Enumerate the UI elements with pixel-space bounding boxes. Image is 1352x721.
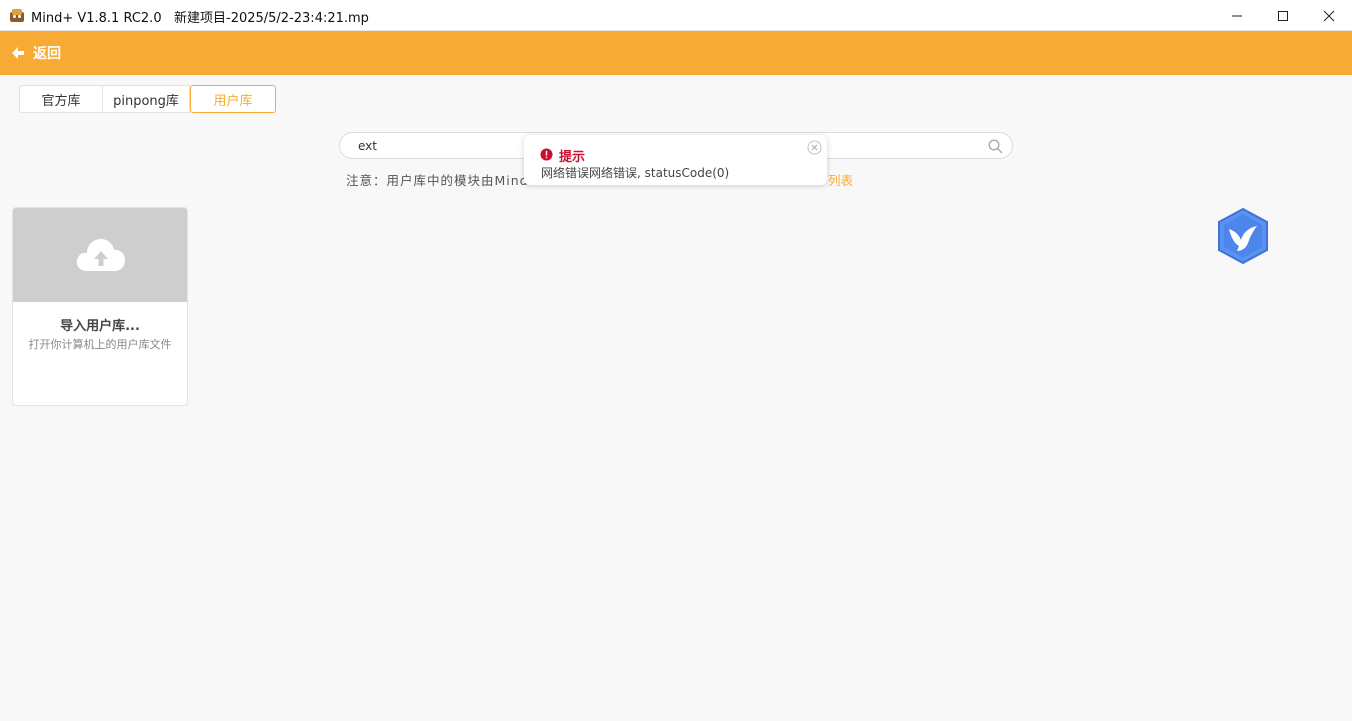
tab-pinpong-library[interactable]: pinpong库 <box>103 85 190 113</box>
card-thumbnail <box>13 208 187 302</box>
close-icon <box>1323 10 1335 21</box>
bird-mascot-icon[interactable] <box>1215 207 1271 265</box>
card-subtitle: 打开你计算机上的用户库文件 <box>28 338 172 351</box>
maximize-icon <box>1278 10 1288 21</box>
user-library-note: 注意：用户库中的模块由Mind <box>346 173 529 188</box>
cloud-upload-icon <box>76 239 125 271</box>
tab-user-library[interactable]: 用户库 <box>190 85 276 113</box>
error-toast: 提示 网络错误网络错误, statusCode(0) <box>524 135 827 185</box>
error-icon <box>540 148 553 161</box>
search-icon[interactable] <box>988 139 1003 154</box>
tab-official-library[interactable]: 官方库 <box>19 85 103 113</box>
import-user-library-card[interactable]: 导入用户库... 打开你计算机上的用户库文件 <box>12 207 188 406</box>
header-bar: 返回 <box>0 31 1352 75</box>
app-logo-icon <box>10 9 24 22</box>
back-button[interactable]: 返回 <box>11 43 61 63</box>
minimize-button[interactable] <box>1214 0 1260 31</box>
toast-title: 提示 <box>559 150 586 165</box>
project-name: 新建项目-2025/5/2-23:4:21.mp <box>174 11 369 26</box>
library-tabs: 官方库 pinpong库 用户库 <box>19 85 276 113</box>
card-title: 导入用户库... <box>60 319 140 334</box>
window-titlebar: Mind+ V1.8.1 RC2.0 新建项目-2025/5/2-23:4:21… <box>0 0 1352 31</box>
window-title: Mind+ V1.8.1 RC2.0 新建项目-2025/5/2-23:4:21… <box>31 7 369 26</box>
toast-close-icon[interactable] <box>807 140 822 155</box>
close-button[interactable] <box>1306 0 1352 31</box>
app-name: Mind+ V1.8.1 RC2.0 <box>31 11 162 26</box>
back-label: 返回 <box>33 46 61 62</box>
toast-message: 网络错误网络错误, statusCode(0) <box>541 166 730 180</box>
maximize-button[interactable] <box>1260 0 1306 31</box>
minimize-icon <box>1232 15 1242 16</box>
arrow-left-icon <box>12 47 24 59</box>
note-link[interactable]: 列表 <box>828 170 853 189</box>
